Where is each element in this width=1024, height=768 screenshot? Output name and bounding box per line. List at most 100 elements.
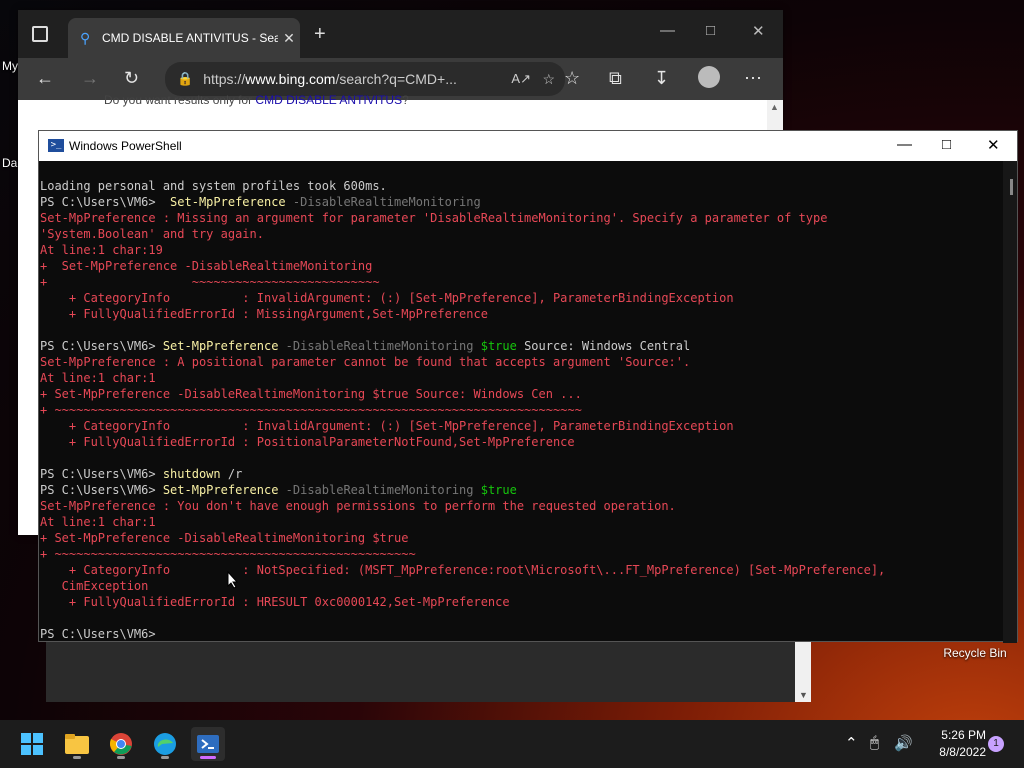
console-segment: Set-MpPreference — [162, 195, 286, 209]
console-segment: -DisableRealtimeMonitoring — [278, 339, 481, 353]
console-line: + FullyQualifiedErrorId : HRESULT 0xc000… — [40, 594, 1005, 610]
console-segment: + Set-MpPreference -DisableRealtimeMonit… — [40, 387, 582, 401]
scroll-up-arrow-icon[interactable]: ▲ — [770, 102, 779, 112]
console-line: Set-MpPreference : You don't have enough… — [40, 498, 1005, 514]
desktop-icon-label-my[interactable]: My — [2, 59, 18, 73]
console-line: Set-MpPreference : A positional paramete… — [40, 354, 1005, 370]
downloads-icon[interactable]: ↧ — [654, 68, 669, 89]
volume-icon[interactable]: 🔊 — [894, 734, 913, 752]
console-segment: + ~~~~~~~~~~~~~~~~~~~~~~~~~~ — [40, 275, 380, 289]
console-line: At line:1 char:19 — [40, 242, 1005, 258]
browser-tab-active[interactable]: ⚲ CMD DISABLE ANTIVITUS - Sear ✕ — [68, 18, 300, 58]
tab-close-icon[interactable]: ✕ — [278, 30, 300, 47]
back-icon[interactable]: ← — [36, 68, 54, 89]
console-segment: CimException — [40, 579, 149, 593]
tab-strip: ⚲ CMD DISABLE ANTIVITUS - Sear ✕ + — □ ✕ — [18, 10, 783, 58]
network-icon[interactable]: 🖱 — [870, 734, 879, 751]
console-line: + ~~~~~~~~~~~~~~~~~~~~~~~~~~~~~~~~~~~~~~… — [40, 402, 1005, 418]
console-line: PS C:\Users\VM6> Set-MpPreference -Disab… — [40, 194, 1005, 210]
powershell-icon: >_ — [48, 139, 64, 152]
console-line: + CategoryInfo : NotSpecified: (MSFT_MpP… — [40, 562, 1005, 578]
console-segment: PS C:\Users\VM6> — [40, 467, 163, 481]
running-indicator — [73, 756, 81, 759]
forward-icon[interactable]: → — [81, 68, 99, 89]
console-segment: + FullyQualifiedErrorId : PositionalPara… — [40, 435, 575, 449]
console-line: + FullyQualifiedErrorId : MissingArgumen… — [40, 306, 1005, 322]
console-segment: PS C:\Users\VM6> — [40, 627, 163, 641]
did-you-mean-link[interactable]: CMD DISABLE ANTIVITUS — [255, 93, 402, 107]
console-line: + ~~~~~~~~~~~~~~~~~~~~~~~~~~~~~~~~~~~~~~… — [40, 546, 1005, 562]
console-scrollbar[interactable] — [1003, 161, 1017, 643]
console-segment: 'System.Boolean' and try again. — [40, 227, 264, 241]
console-segment: + FullyQualifiedErrorId : MissingArgumen… — [40, 307, 488, 321]
console-segment: -DisableRealtimeMonitoring — [285, 195, 481, 209]
console-line: + CategoryInfo : InvalidArgument: (:) [S… — [40, 290, 1005, 306]
console-segment: At line:1 char:1 — [40, 371, 156, 385]
console-segment: Source: Windows Central — [516, 339, 691, 353]
console-segment: PS C:\Users\VM6> — [40, 483, 163, 497]
taskbar-file-explorer[interactable] — [60, 727, 94, 761]
more-options-icon[interactable]: ⋯ — [744, 68, 762, 89]
profile-avatar-icon[interactable] — [698, 66, 720, 88]
scroll-down-arrow-icon[interactable]: ▼ — [799, 690, 808, 700]
console-line: Set-MpPreference : Missing an argument f… — [40, 210, 1005, 226]
console-line: + Set-MpPreference -DisableRealtimeMonit… — [40, 530, 1005, 546]
taskbar: ⌃ 🖱 🔊 5:26 PM 8/8/2022 — [0, 720, 1024, 768]
maximize-icon[interactable]: □ — [942, 136, 951, 153]
console-segment: $true — [480, 339, 517, 353]
mouse-pointer-icon — [227, 571, 239, 589]
read-aloud-icon[interactable]: A↗ — [511, 71, 531, 87]
console-segment: Set-MpPreference — [162, 483, 279, 497]
favorites-icon[interactable]: ☆ — [564, 68, 580, 89]
window-title: Windows PowerShell — [69, 139, 182, 153]
running-indicator — [161, 756, 169, 759]
console-line: At line:1 char:1 — [40, 370, 1005, 386]
tab-actions-icon[interactable] — [32, 26, 48, 42]
clock-date: 8/8/2022 — [939, 745, 986, 759]
console-line: 'System.Boolean' and try again. — [40, 226, 1005, 242]
console-segment: + CategoryInfo : NotSpecified: (MSFT_MpP… — [40, 563, 886, 577]
console-segment: + CategoryInfo : InvalidArgument: (:) [S… — [40, 419, 734, 433]
lock-icon[interactable]: 🔒 — [177, 71, 193, 87]
chevron-up-icon[interactable]: ⌃ — [845, 734, 858, 752]
background-window: ▼ — [46, 634, 811, 702]
start-icon — [21, 733, 43, 755]
taskbar-chrome[interactable] — [104, 727, 138, 761]
close-icon[interactable]: ✕ — [752, 22, 765, 40]
chrome-icon — [110, 733, 132, 755]
recycle-bin-icon[interactable]: Recycle Bin — [940, 646, 1010, 660]
url-text: https://www.bing.com/search?q=CMD+... — [203, 71, 457, 87]
notification-badge[interactable]: 1 — [988, 736, 1004, 752]
console-segment: Set-MpPreference — [162, 339, 279, 353]
desktop-icon-label-da[interactable]: Da — [2, 156, 17, 170]
minimize-icon[interactable]: — — [897, 136, 912, 153]
close-icon[interactable]: ✕ — [987, 136, 1000, 154]
start-button[interactable] — [15, 727, 49, 761]
address-bar[interactable]: 🔒 https://www.bing.com/search?q=CMD+... … — [165, 62, 565, 96]
maximize-icon[interactable]: □ — [706, 22, 715, 39]
taskbar-powershell[interactable] — [191, 727, 225, 761]
minimize-icon[interactable]: — — [660, 22, 675, 39]
taskbar-edge[interactable] — [148, 727, 182, 761]
console-segment: /r — [220, 467, 243, 481]
collections-icon[interactable]: ⧉ — [609, 68, 622, 89]
console-segment: Set-MpPreference : A positional paramete… — [40, 355, 691, 369]
console-line: PS C:\Users\VM6> Set-MpPreference -Disab… — [40, 338, 1005, 354]
console-segment: Loading personal and system profiles too… — [40, 179, 387, 193]
console-segment: shutdown — [162, 467, 221, 481]
system-clock[interactable]: 5:26 PM 8/8/2022 — [918, 727, 986, 761]
new-tab-icon[interactable]: + — [314, 23, 326, 46]
add-favorite-icon[interactable]: ☆ — [542, 71, 555, 88]
refresh-icon[interactable]: ↻ — [124, 68, 139, 89]
console-output[interactable]: Loading personal and system profiles too… — [39, 161, 1005, 643]
background-window-scrollbar[interactable]: ▼ — [795, 634, 811, 702]
console-line: Loading personal and system profiles too… — [40, 178, 1005, 194]
scrollbar-thumb[interactable] — [1010, 179, 1013, 195]
console-line: + Set-MpPreference -DisableRealtimeMonit… — [40, 386, 1005, 402]
running-indicator — [117, 756, 125, 759]
powershell-titlebar[interactable]: >_ Windows PowerShell — □ ✕ — [39, 131, 1017, 161]
console-segment: + ~~~~~~~~~~~~~~~~~~~~~~~~~~~~~~~~~~~~~~… — [40, 547, 416, 561]
console-segment: + ~~~~~~~~~~~~~~~~~~~~~~~~~~~~~~~~~~~~~~… — [40, 403, 582, 417]
console-segment: PS C:\Users\VM6> — [40, 195, 163, 209]
